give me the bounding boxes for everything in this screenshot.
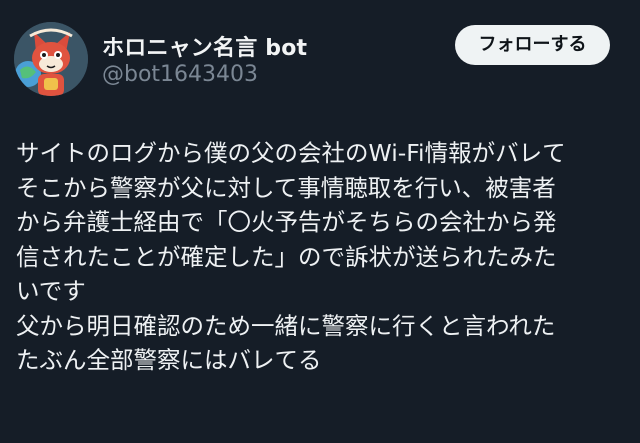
tweet-text-line: そこから警察が父に対して事情聴取を行い、被害者 — [16, 173, 556, 202]
avatar[interactable] — [14, 22, 88, 96]
tweet-text-line: 信されたことが確定した」ので訴状が送られたみた — [16, 242, 557, 271]
tweet-text-line: から弁護士経由で「〇火予告がそちらの会社から発 — [16, 208, 557, 236]
tweet-text-line: サイトのログから僕の父の会社のWi-Fi情報がバレて — [16, 139, 566, 167]
display-name[interactable]: ホロニャン名言 bot — [102, 30, 307, 62]
user-handle[interactable]: @bot1643403 — [102, 62, 258, 87]
tweet-text-line: 父から明日確認のため一緒に警察に行くと言われた — [16, 311, 556, 340]
follow-button[interactable]: フォローする — [455, 25, 610, 65]
tweet-text: サイトのログから僕の父の会社のWi-Fi情報がバレて そこから警察が父に対して事… — [16, 136, 632, 378]
tweet-card: ホロニャン名言 bot @bot1643403 フォローする サイトのログから僕… — [0, 0, 640, 443]
tweet-text-line: たぶん全部警察にはバレてる — [16, 346, 322, 374]
cat-character-avatar-icon — [14, 22, 88, 96]
tweet-text-line: いです — [16, 277, 86, 305]
